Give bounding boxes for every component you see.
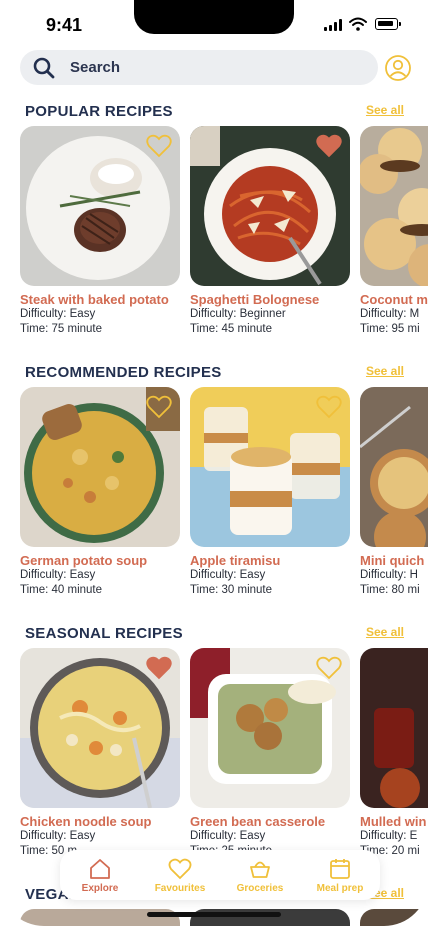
recipe-carousel[interactable]: Chicken noodle soup Difficulty: Easy Tim… (20, 648, 428, 858)
home-indicator[interactable] (147, 912, 281, 917)
recipe-difficulty: Difficulty: Easy (20, 569, 96, 581)
section-title: RECOMMENDED RECIPES (25, 364, 222, 381)
recipe-card[interactable]: Chicken noodle soup Difficulty: Easy Tim… (20, 648, 180, 858)
recipe-difficulty: Difficulty: Easy (20, 308, 96, 320)
recipe-image[interactable] (360, 909, 428, 926)
notch (134, 0, 294, 34)
calendar-icon (330, 858, 350, 879)
search-icon (33, 57, 55, 78)
recipe-image (190, 648, 350, 808)
recipe-card[interactable]: Steak with baked potato Difficulty: Easy… (20, 126, 180, 336)
recipe-card[interactable]: Green bean casserole Difficulty: Easy Ti… (190, 648, 350, 858)
nav-meal-prep[interactable]: Meal prep (305, 857, 375, 894)
macaroons-photo (360, 126, 428, 286)
recipe-image (20, 126, 180, 286)
nav-label: Groceries (236, 882, 284, 894)
recipe-difficulty: Difficulty: Easy (20, 830, 96, 842)
see-all-link[interactable]: See all (366, 364, 404, 378)
recipe-time: Time: 95 mi (360, 323, 420, 335)
search-bar[interactable] (20, 50, 378, 85)
basket-icon (250, 861, 270, 878)
recipe-name: German potato soup (20, 553, 148, 568)
nav-label: Favourites (154, 882, 206, 894)
recipe-name: Chicken noodle soup (20, 814, 152, 829)
recipe-name: Mini quich (360, 553, 425, 568)
nav-label: Meal prep (316, 882, 364, 894)
favourite-heart-icon[interactable] (146, 134, 172, 158)
status-time: 9:41 (46, 15, 83, 35)
recipe-image (20, 387, 180, 547)
favourite-heart-icon[interactable] (316, 656, 342, 680)
bottom-navigation: Explore Favourites Groceries Meal prep (60, 850, 380, 900)
recipe-name: Steak with baked potato (20, 292, 169, 307)
search-input[interactable] (70, 59, 350, 76)
recipe-difficulty: Difficulty: E (360, 830, 418, 842)
recipe-time: Time: 80 mi (360, 584, 420, 596)
recipe-card[interactable]: Apple tiramisu Difficulty: Easy Time: 30… (190, 387, 350, 597)
home-icon (90, 858, 110, 879)
favourite-heart-icon[interactable] (316, 134, 342, 158)
phone-screen: 9:41 POPULAR RECIPES See all (0, 0, 428, 926)
recipe-time: Time: 45 minute (190, 323, 273, 335)
recipe-name: Spaghetti Bolognese (190, 292, 320, 307)
recipe-difficulty: Difficulty: H (360, 569, 418, 581)
recipe-difficulty: Difficulty: Easy (190, 569, 266, 581)
heart-icon (168, 858, 192, 879)
recipe-image (360, 648, 428, 808)
recipe-time: Time: 30 minute (190, 584, 273, 596)
profile-icon[interactable] (384, 54, 412, 82)
recipe-card[interactable]: Mulled win Difficulty: E Time: 20 mi (360, 648, 428, 858)
favourite-heart-icon[interactable] (146, 395, 172, 419)
nav-label: Explore (81, 882, 119, 894)
nav-groceries[interactable]: Groceries (225, 857, 295, 894)
recipe-image (190, 387, 350, 547)
quiche-photo (360, 387, 428, 547)
recipe-image (360, 126, 428, 286)
recipe-card[interactable]: Coconut m Difficulty: M Time: 95 mi (360, 126, 428, 336)
recipe-card[interactable]: German potato soup Difficulty: Easy Time… (20, 387, 180, 597)
battery-icon (375, 18, 398, 30)
nav-favourites[interactable]: Favourites (145, 857, 215, 894)
section-title: SEASONAL RECIPES (25, 625, 183, 642)
recipe-name: Green bean casserole (190, 814, 326, 829)
mulled-wine-photo (360, 648, 428, 808)
recipe-image (20, 648, 180, 808)
recipe-time: Time: 40 minute (20, 584, 103, 596)
see-all-link[interactable]: See all (366, 103, 404, 117)
recipe-carousel[interactable]: German potato soup Difficulty: Easy Time… (20, 387, 428, 597)
recipe-image (360, 387, 428, 547)
recipe-card[interactable]: Spaghetti Bolognese Difficulty: Beginner… (190, 126, 350, 336)
recipe-image (190, 126, 350, 286)
recipe-card[interactable]: Mini quich Difficulty: H Time: 80 mi (360, 387, 428, 597)
recipe-name: Apple tiramisu (190, 553, 281, 568)
favourite-heart-icon[interactable] (146, 656, 172, 680)
see-all-link[interactable]: See all (366, 625, 404, 639)
favourite-heart-icon[interactable] (316, 395, 342, 419)
recipe-difficulty: Difficulty: Beginner (190, 308, 286, 320)
section-title: POPULAR RECIPES (25, 103, 173, 120)
recipe-difficulty: Difficulty: M (360, 308, 420, 320)
recipe-name: Coconut m (360, 292, 428, 307)
recipe-time: Time: 75 minute (20, 323, 103, 335)
status-bar: 9:41 (0, 0, 428, 50)
recipe-carousel[interactable]: Steak with baked potato Difficulty: Easy… (20, 126, 428, 336)
recipe-name: Mulled win (360, 814, 427, 829)
recipe-difficulty: Difficulty: Easy (190, 830, 266, 842)
battery-tip (399, 22, 401, 26)
wifi-icon (349, 17, 367, 31)
cellular-signal-icon (324, 19, 342, 31)
nav-explore[interactable]: Explore (65, 857, 135, 894)
